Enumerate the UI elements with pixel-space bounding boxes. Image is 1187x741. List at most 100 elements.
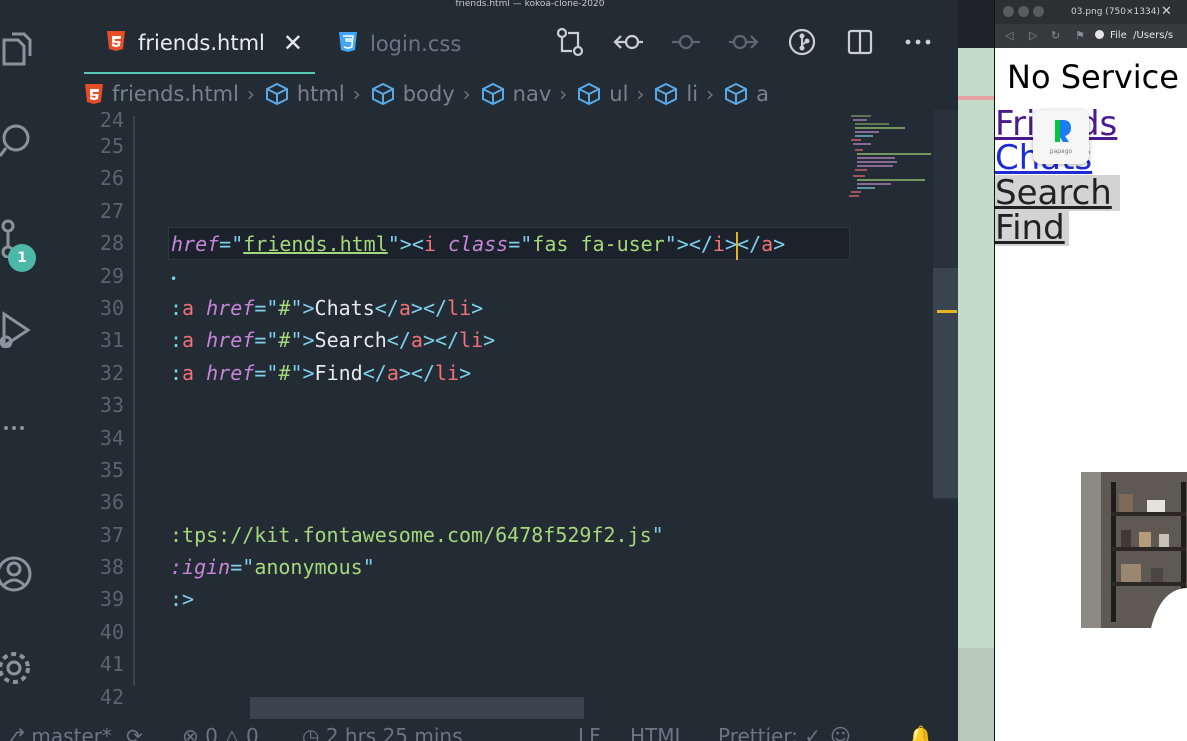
breadcrumb-item-body[interactable]: body bbox=[371, 82, 455, 106]
open-changes-icon[interactable] bbox=[548, 22, 592, 62]
line-number: 27 bbox=[99, 198, 124, 223]
breadcrumb: friends.html › html › body › nav › ul › … bbox=[84, 78, 769, 110]
breadcrumb-item-file[interactable]: friends.html bbox=[84, 82, 239, 106]
editor-actions-toolbar bbox=[548, 22, 940, 62]
breadcrumb-item-html[interactable]: html bbox=[265, 82, 345, 106]
more-icon[interactable] bbox=[0, 408, 40, 448]
notifications-bell-icon[interactable]: 🔔 bbox=[908, 726, 933, 741]
element-cube-icon bbox=[371, 82, 394, 106]
run-debug-icon[interactable] bbox=[0, 308, 40, 349]
error-icon: ⊗ bbox=[182, 724, 206, 741]
horizontal-scrollbar-thumb[interactable] bbox=[250, 697, 584, 719]
address-bar[interactable]: File /Users/s bbox=[1095, 28, 1173, 44]
feedback-icon[interactable]: ☺ bbox=[830, 726, 851, 741]
code-line-28: href="friends.html"><i class="fas fa-use… bbox=[168, 227, 850, 260]
chevron-right-icon: › bbox=[246, 82, 255, 106]
element-cube-icon bbox=[578, 82, 601, 106]
git-graph-icon[interactable] bbox=[780, 22, 824, 62]
chevron-right-icon: › bbox=[706, 82, 715, 106]
forward-arrow-icon[interactable]: ▷ bbox=[1029, 29, 1037, 43]
reload-icon[interactable]: ↻ bbox=[1051, 29, 1060, 43]
breadcrumb-item-a[interactable]: a bbox=[724, 82, 769, 106]
html5-icon bbox=[106, 30, 126, 57]
webcam-overlay bbox=[1081, 472, 1187, 628]
git-branch-status[interactable]: ⎇ master* bbox=[2, 726, 112, 741]
tab-label: login.css bbox=[370, 32, 462, 56]
line-number: 42 bbox=[99, 684, 124, 709]
window-title: friends.html — kokoa-clone-2020 bbox=[455, 0, 605, 9]
split-editor-icon[interactable] bbox=[838, 22, 882, 62]
time-tracker-status[interactable]: ◷ 2 hrs 25 mins bbox=[302, 726, 463, 741]
sync-icon[interactable]: ⟳ bbox=[126, 726, 143, 741]
minimap[interactable] bbox=[845, 114, 935, 200]
more-actions-icon[interactable] bbox=[896, 22, 940, 62]
vertical-scrollbar-thumb[interactable] bbox=[933, 268, 958, 498]
git-branch-icon: ⎇ bbox=[2, 724, 32, 741]
line-number: 34 bbox=[99, 425, 124, 450]
papago-logo-icon bbox=[1055, 120, 1071, 142]
line-number: 40 bbox=[99, 619, 124, 644]
commit-icon[interactable] bbox=[664, 22, 708, 62]
code-line-31: :a href="#">Search</a></li> bbox=[170, 328, 496, 353]
close-tab-icon[interactable]: ✕ bbox=[1161, 0, 1172, 24]
window-zoom-button[interactable] bbox=[1033, 6, 1044, 17]
code-line-38: :igin="anonymous" bbox=[170, 555, 375, 580]
line-number: 31 bbox=[99, 328, 124, 353]
browser-window: 03.png (750×1334) ✕ ◁ ▷ ↻ ⚑ File /Users/… bbox=[994, 0, 1187, 741]
window-close-button[interactable] bbox=[1003, 6, 1014, 17]
nav-link-search[interactable]: Search bbox=[995, 175, 1120, 211]
line-number: 39 bbox=[99, 587, 124, 612]
explorer-icon[interactable] bbox=[0, 28, 40, 68]
css3-icon bbox=[338, 31, 358, 58]
background-window-strip bbox=[958, 0, 994, 741]
account-icon[interactable] bbox=[0, 554, 40, 594]
language-mode-status[interactable]: HTML bbox=[630, 726, 686, 741]
browser-page-content: No Service Friends Chats Search Find pap… bbox=[995, 48, 1187, 741]
element-cube-icon bbox=[265, 82, 288, 106]
papago-extension-popup[interactable]: papago bbox=[1033, 110, 1089, 164]
line-number: 24 bbox=[99, 108, 124, 132]
close-tab-icon[interactable]: ✕ bbox=[283, 29, 303, 57]
go-forward-commit-icon[interactable] bbox=[722, 22, 766, 62]
code-line-39: :> bbox=[170, 587, 195, 612]
window-minimize-button[interactable] bbox=[1018, 6, 1029, 17]
go-back-commit-icon[interactable] bbox=[606, 22, 650, 62]
search-icon[interactable] bbox=[0, 120, 40, 160]
info-icon bbox=[1095, 30, 1104, 39]
code-text-area[interactable]: href="friends.html"><i class="fas fa-use… bbox=[168, 110, 850, 616]
problems-status[interactable]: ⊗ 0 △ 0 bbox=[182, 726, 259, 741]
prettier-status[interactable]: Prettier: ✓ bbox=[718, 726, 821, 741]
scm-changes-badge: 1 bbox=[8, 244, 36, 272]
cursor-position-marker bbox=[937, 310, 957, 313]
breadcrumb-item-nav[interactable]: nav bbox=[481, 82, 551, 106]
element-cube-icon bbox=[655, 82, 678, 106]
element-cube-icon bbox=[481, 82, 504, 106]
tab-label: friends.html bbox=[138, 31, 265, 55]
code-line-30: :a href="#">Chats</a></li> bbox=[170, 295, 484, 320]
back-arrow-icon[interactable]: ◁ bbox=[1005, 29, 1013, 43]
code-line-37: :tps://kit.fontawesome.com/6478f529f2.js… bbox=[170, 522, 664, 547]
tab-login-css[interactable]: login.css bbox=[334, 14, 554, 74]
breadcrumb-item-ul[interactable]: ul bbox=[577, 82, 628, 106]
eol-status[interactable]: LF bbox=[578, 726, 601, 741]
line-number: 35 bbox=[99, 457, 124, 482]
settings-gear-icon[interactable] bbox=[0, 648, 40, 688]
status-bar: ⎇ master* ⟳ ⊗ 0 △ 0 ◷ 2 hrs 25 mins LF H… bbox=[0, 722, 958, 741]
breadcrumb-item-li[interactable]: li bbox=[654, 82, 698, 106]
page-heading: No Service bbox=[1007, 58, 1179, 96]
bookmark-icon[interactable]: ⚑ bbox=[1075, 29, 1085, 43]
nav-link-find[interactable]: Find bbox=[995, 210, 1069, 246]
line-number: 37 bbox=[99, 522, 124, 547]
line-number: 30 bbox=[99, 295, 124, 320]
line-number: 38 bbox=[99, 555, 124, 580]
element-cube-icon bbox=[725, 82, 748, 106]
browser-tab[interactable]: 03.png (750×1334) bbox=[1047, 0, 1179, 24]
tab-friends-html[interactable]: friends.html ✕ bbox=[84, 14, 315, 74]
